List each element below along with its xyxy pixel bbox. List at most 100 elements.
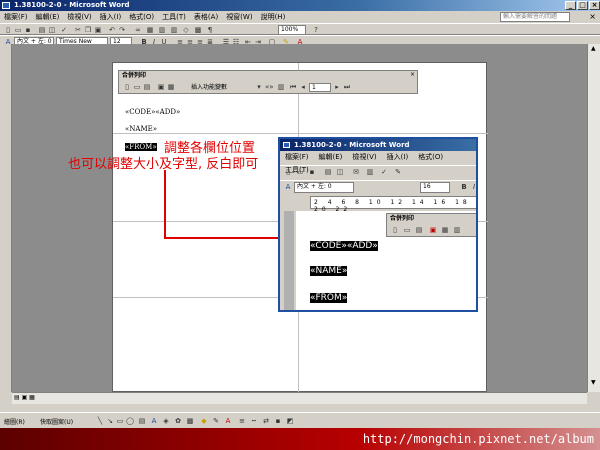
help-search-input[interactable]: 輸入需要解答的問題 — [500, 12, 570, 22]
menu-table[interactable]: 表格(A) — [190, 11, 222, 23]
drawing-icon[interactable]: ◇ — [182, 26, 190, 34]
recipients-icon[interactable]: ▤ — [143, 83, 151, 91]
scroll-down-icon[interactable]: ▼ — [591, 379, 596, 386]
inset-format-icon[interactable]: ✎ — [394, 168, 402, 176]
inset-field-from[interactable]: «FROM» — [310, 293, 348, 303]
rectangle-icon[interactable]: ▭ — [116, 417, 124, 425]
redo-icon[interactable]: ↷ — [118, 26, 126, 34]
line-style-icon[interactable]: ≡ — [238, 417, 246, 425]
undo-icon[interactable]: ↶ — [108, 26, 116, 34]
merge-field-code-add[interactable]: «CODE»«ADD» — [125, 108, 180, 116]
help-icon[interactable]: ? — [312, 26, 320, 34]
minimize-button[interactable]: _ — [565, 1, 576, 10]
inset-style-select[interactable]: 內文 + 左: 0 — [294, 182, 354, 193]
prev-record-icon[interactable]: ◂ — [299, 83, 307, 91]
menu-insert[interactable]: 插入(I) — [96, 11, 126, 23]
draw-font-color-icon[interactable]: A — [224, 417, 232, 425]
inset-bold-icon[interactable]: B — [460, 183, 468, 191]
cut-icon[interactable]: ✂ — [74, 26, 82, 34]
inset-menu-format[interactable]: 格式(O) — [413, 151, 448, 164]
paste-icon[interactable]: ▣ — [94, 26, 102, 34]
view-mode-icons[interactable]: ▤ ▣ ▦ — [14, 394, 35, 401]
wordart-icon[interactable]: A — [150, 417, 158, 425]
autoshapes-button[interactable]: 快取圖案(U) — [40, 417, 73, 426]
mail-merge-close-icon[interactable]: × — [410, 71, 415, 78]
inset-merge-open-icon[interactable]: ▭ — [403, 226, 411, 234]
inset-merge-doc-icon[interactable]: ▯ — [391, 226, 399, 234]
insert-field-button[interactable]: 插入功能變數 — [191, 83, 227, 92]
inset-print-icon[interactable]: ▤ — [324, 168, 332, 176]
arrow-icon[interactable]: ↘ — [106, 417, 114, 425]
greeting-icon[interactable]: ▦ — [167, 83, 175, 91]
inset-menu-view[interactable]: 檢視(V) — [347, 151, 381, 164]
close-doc-icon[interactable]: × — [589, 12, 596, 21]
table-icon[interactable]: ▦ — [146, 26, 154, 34]
picture-icon[interactable]: ▩ — [186, 417, 194, 425]
record-number-input[interactable]: 1 — [309, 83, 331, 92]
inset-menu-insert[interactable]: 插入(I) — [382, 151, 414, 164]
inset-field-name[interactable]: «NAME» — [310, 266, 348, 276]
3d-icon[interactable]: ◩ — [286, 417, 294, 425]
inset-menu-file[interactable]: 檔案(F) — [280, 151, 314, 164]
menu-window[interactable]: 視窗(W) — [222, 11, 256, 23]
hyperlink-icon[interactable]: ∞ — [134, 26, 142, 34]
spelling-icon[interactable]: ✓ — [60, 26, 68, 34]
line-icon[interactable]: ╲ — [96, 417, 104, 425]
textbox-icon[interactable]: ▤ — [138, 417, 146, 425]
shadow-icon[interactable]: ▪ — [274, 417, 282, 425]
inset-spelling-icon[interactable]: ✓ — [380, 168, 388, 176]
main-doc-icon[interactable]: ▯ — [123, 83, 131, 91]
print-icon[interactable]: ▤ — [38, 26, 46, 34]
inset-merge-recipients-icon[interactable]: ▤ — [415, 226, 423, 234]
dash-style-icon[interactable]: ┅ — [250, 417, 258, 425]
fill-color-icon[interactable]: ◆ — [200, 417, 208, 425]
open-icon[interactable]: ▭ — [14, 26, 22, 34]
preview-icon[interactable]: ◫ — [48, 26, 56, 34]
zoom-select[interactable]: 100% — [278, 25, 306, 35]
inset-save-icon[interactable]: ▪ — [308, 168, 316, 176]
open-data-icon[interactable]: ▭ — [133, 83, 141, 91]
next-record-icon[interactable]: ▸ — [333, 83, 341, 91]
save-icon[interactable]: ▪ — [24, 26, 32, 34]
oval-icon[interactable]: ◯ — [126, 417, 134, 425]
vertical-scrollbar[interactable]: ▲ ▼ — [587, 44, 600, 392]
inset-styles-icon[interactable]: A — [284, 183, 292, 191]
menu-file[interactable]: 檔案(F) — [0, 11, 32, 23]
line-color-icon[interactable]: ✎ — [212, 417, 220, 425]
highlight-fields-icon[interactable]: ▥ — [277, 83, 285, 91]
merge-field-from[interactable]: «FROM» — [125, 143, 157, 151]
scroll-up-icon[interactable]: ▲ — [591, 45, 596, 52]
columns-icon[interactable]: ▥ — [170, 26, 178, 34]
inset-print2-icon[interactable]: ▥ — [366, 168, 374, 176]
map-icon[interactable]: ▩ — [194, 26, 202, 34]
excel-icon[interactable]: ▥ — [158, 26, 166, 34]
arrow-style-icon[interactable]: ⇄ — [262, 417, 270, 425]
clipart-icon[interactable]: ✿ — [174, 417, 182, 425]
maximize-button[interactable]: □ — [577, 1, 588, 10]
inset-merge-field-icon[interactable]: ▥ — [453, 226, 461, 234]
inset-italic-icon[interactable]: I — [470, 183, 476, 191]
draw-menu-button[interactable]: 繪圖(R) — [4, 417, 25, 426]
new-doc-icon[interactable]: ▯ — [4, 26, 12, 34]
inset-size-select[interactable]: 16 — [420, 182, 450, 193]
inset-preview-icon[interactable]: ◫ — [336, 168, 344, 176]
inset-mail-icon[interactable]: ✉ — [352, 168, 360, 176]
last-record-icon[interactable]: ⏭ — [343, 83, 351, 91]
menu-view[interactable]: 檢視(V) — [63, 11, 95, 23]
merge-field-name[interactable]: «NAME» — [125, 125, 157, 133]
address-block-icon[interactable]: ▣ — [157, 83, 165, 91]
inset-open-icon[interactable]: ▭ — [296, 168, 304, 176]
inset-menu-edit[interactable]: 編輯(E) — [314, 151, 348, 164]
close-button[interactable]: × — [589, 1, 600, 10]
view-merged-icon[interactable]: «» — [265, 83, 274, 91]
copy-icon[interactable]: ❐ — [84, 26, 92, 34]
diagram-icon[interactable]: ◈ — [162, 417, 170, 425]
inset-new-icon[interactable]: ▯ — [284, 168, 292, 176]
menu-edit[interactable]: 編輯(E) — [32, 11, 64, 23]
inset-merge-address-icon[interactable]: ▣ — [429, 226, 437, 234]
show-marks-icon[interactable]: ¶ — [206, 26, 214, 34]
menu-format[interactable]: 格式(O) — [125, 11, 158, 23]
first-record-icon[interactable]: ⏮ — [289, 83, 297, 91]
inset-field-code-add[interactable]: «CODE»«ADD» — [310, 241, 378, 251]
word-field-icon[interactable]: ▾ — [255, 83, 263, 91]
